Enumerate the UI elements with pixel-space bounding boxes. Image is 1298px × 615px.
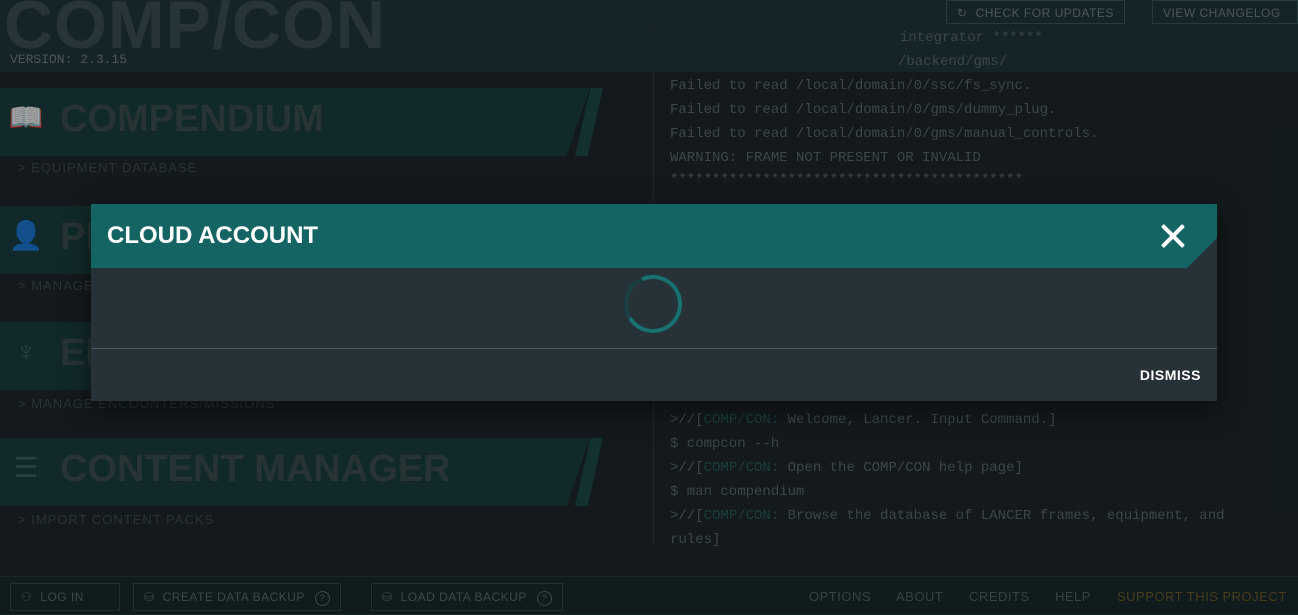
dialog-separator — [91, 348, 1217, 349]
cloud-account-dialog: CLOUD ACCOUNT DISMISS — [91, 204, 1217, 401]
close-icon[interactable] — [1157, 220, 1189, 252]
dialog-header: CLOUD ACCOUNT — [91, 204, 1217, 268]
dialog-title: CLOUD ACCOUNT — [107, 222, 319, 249]
loading-spinner — [624, 275, 682, 333]
dismiss-button[interactable]: DISMISS — [1140, 367, 1201, 383]
